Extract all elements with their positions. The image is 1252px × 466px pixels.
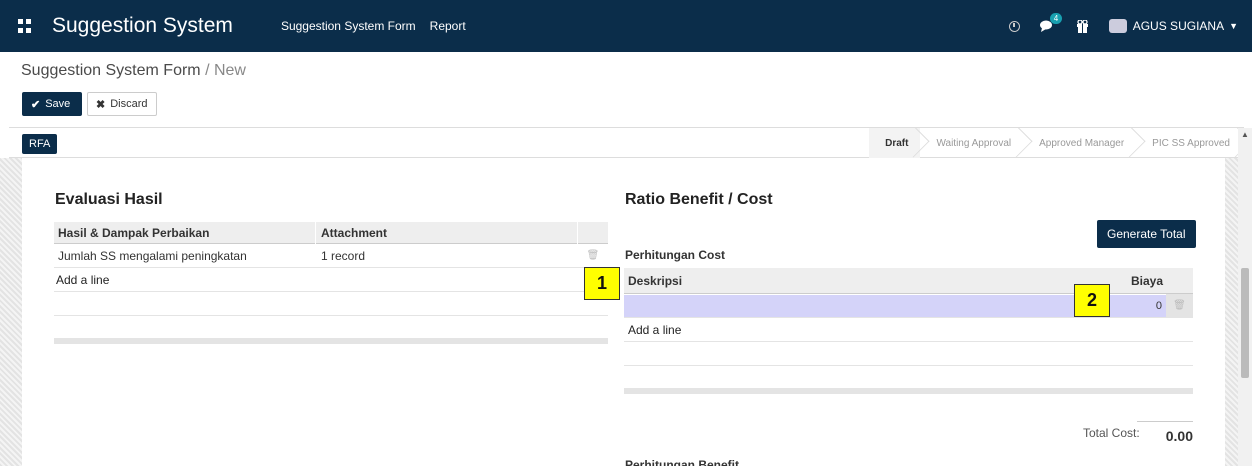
callout-marker-2: 2 [1074, 284, 1110, 317]
table-footer [624, 388, 1193, 394]
apps-grid-icon[interactable] [18, 19, 32, 33]
evaluasi-hasil-title: Evaluasi Hasil [55, 191, 163, 208]
menu-suggestion-system-form[interactable]: Suggestion System Form [281, 19, 416, 33]
column-header-deskripsi[interactable]: Deskripsi [624, 274, 1094, 288]
trash-icon[interactable]: 🗑 [578, 250, 608, 261]
discard-button[interactable]: ✖ Discard [87, 92, 157, 116]
check-icon: ✔ [31, 98, 41, 111]
perhitungan-benefit-title: Perhitungan Benefit [625, 458, 740, 466]
top-navbar: Suggestion System Suggestion System Form… [0, 0, 1252, 52]
total-cost-value: 0.00 [1137, 421, 1193, 444]
save-button[interactable]: ✔ Save [22, 92, 82, 116]
add-line-row: Add a line [54, 268, 608, 292]
scrollbar-thumb[interactable] [1241, 268, 1249, 378]
user-name: AGUS SUGIANA [1132, 19, 1225, 33]
generate-total-button[interactable]: Generate Total [1097, 220, 1196, 248]
perhitungan-cost-title: Perhitungan Cost [625, 248, 726, 262]
add-line-link[interactable]: Add a line [54, 273, 109, 287]
table-header: Hasil & Dampak Perbaikan Attachment [54, 221, 608, 244]
gift-icon[interactable] [1076, 19, 1089, 33]
stage-approved-manager[interactable]: Approved Manager [1023, 128, 1136, 159]
column-header-attachment[interactable]: Attachment [316, 221, 578, 244]
stage-waiting-approval[interactable]: Waiting Approval [920, 128, 1023, 159]
activity-clock-icon[interactable] [1008, 20, 1020, 32]
stage-pic-ss-approved[interactable]: PIC SS Approved [1136, 128, 1242, 159]
scroll-up-icon[interactable]: ▲ [1241, 130, 1249, 139]
menu-report[interactable]: Report [430, 19, 466, 33]
vertical-scrollbar[interactable]: ▲ [1238, 128, 1252, 466]
evaluasi-table: Hasil & Dampak Perbaikan Attachment Juml… [54, 221, 608, 344]
breadcrumb: Suggestion System Form / New [21, 62, 246, 80]
close-icon: ✖ [96, 98, 106, 111]
ratio-title: Ratio Benefit / Cost [625, 191, 773, 208]
total-cost-label: Total Cost: [1083, 426, 1140, 440]
breadcrumb-current: New [213, 62, 246, 79]
add-line-row: Add a line [624, 318, 1193, 342]
chat-count-badge: 4 [1049, 13, 1063, 24]
column-header-hasil[interactable]: Hasil & Dampak Perbaikan [54, 221, 316, 244]
cell-hasil[interactable]: Jumlah SS mengalami peningkatan [54, 249, 316, 263]
trash-icon[interactable]: 🗑 [1166, 293, 1193, 318]
user-avatar-icon [1108, 19, 1127, 33]
empty-row [624, 342, 1193, 366]
chat-icon[interactable]: 4 [1039, 13, 1063, 32]
save-label: Save [45, 98, 71, 110]
sheet-background-right [1225, 158, 1238, 466]
sheet-background-left [0, 158, 22, 466]
empty-row [54, 292, 608, 316]
callout-marker-1: 1 [584, 267, 620, 300]
deskripsi-input[interactable] [624, 294, 1094, 317]
stage-pipeline: Draft Waiting Approval Approved Manager … [869, 128, 1242, 159]
table-row[interactable]: Jumlah SS mengalami peningkatan 1 record… [54, 244, 608, 268]
caret-down-icon: ▼ [1229, 21, 1238, 31]
table-footer [54, 338, 608, 344]
app-title[interactable]: Suggestion System [52, 14, 233, 38]
user-menu[interactable]: AGUS SUGIANA ▼ [1108, 19, 1238, 33]
discard-label: Discard [110, 98, 148, 110]
cell-attachment[interactable]: 1 record [316, 249, 578, 263]
navbar-systray: 4 AGUS SUGIANA ▼ [1008, 13, 1238, 33]
breadcrumb-separator: / [200, 62, 214, 79]
form-statusbar: RFA Draft Waiting Approval Approved Mana… [9, 127, 1244, 159]
rfa-button[interactable]: RFA [22, 134, 58, 154]
add-line-link[interactable]: Add a line [624, 323, 681, 337]
stage-draft[interactable]: Draft [869, 128, 921, 159]
breadcrumb-parent[interactable]: Suggestion System Form [21, 62, 201, 79]
